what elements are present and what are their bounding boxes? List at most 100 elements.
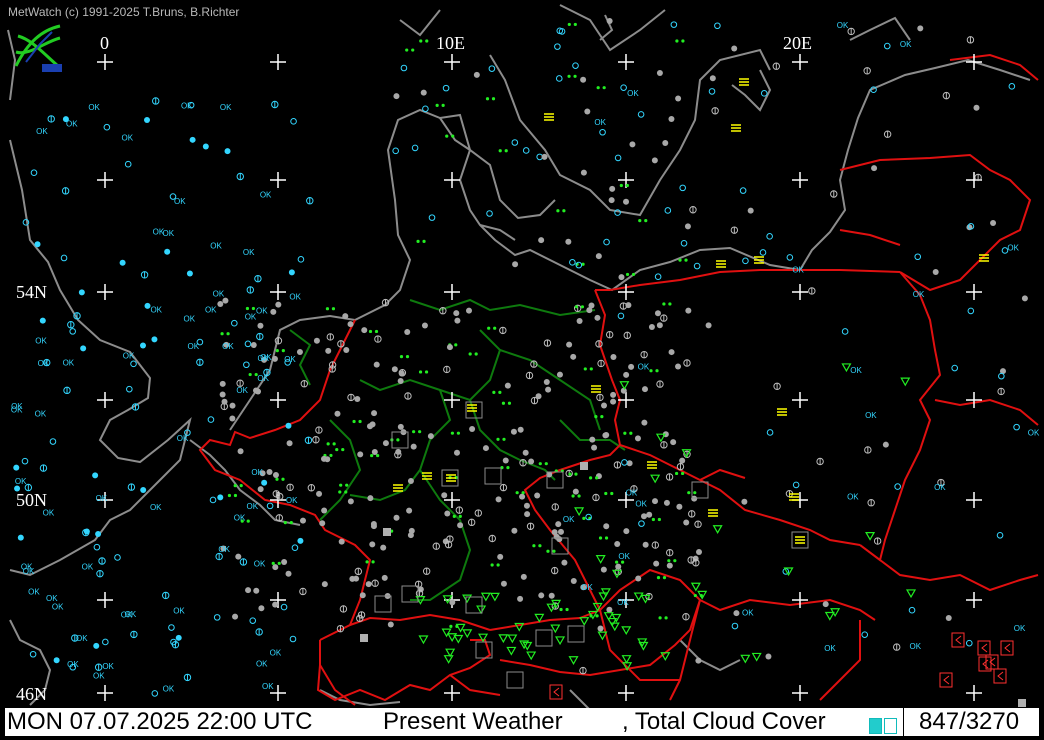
rain-symbol[interactable] — [493, 326, 497, 330]
partly-cloudy-symbol[interactable] — [34, 241, 41, 248]
clear-sky-symbol[interactable] — [841, 328, 849, 335]
rain-symbol[interactable] — [458, 514, 462, 518]
overcast-symbol[interactable] — [272, 601, 279, 608]
rain-symbol[interactable] — [567, 74, 571, 78]
ok-symbol[interactable]: OK — [82, 563, 94, 572]
clear-sky-symbol[interactable] — [965, 639, 973, 647]
overcast-symbol[interactable] — [623, 371, 630, 378]
partly-cloudy-symbol[interactable] — [217, 494, 224, 501]
rain-symbol[interactable] — [289, 521, 293, 525]
rain-symbol[interactable] — [568, 472, 572, 476]
overcast-symbol[interactable] — [370, 521, 377, 528]
ok-symbol[interactable]: OK — [67, 660, 79, 669]
rain-symbol[interactable] — [565, 607, 569, 612]
rain-symbol[interactable] — [625, 183, 629, 188]
overcast-symbol[interactable] — [747, 207, 754, 214]
fog-symbol[interactable] — [777, 408, 787, 416]
clear-sky-symbol[interactable] — [739, 187, 747, 194]
shower-symbol[interactable] — [751, 652, 762, 662]
clear-sky-symbol[interactable] — [670, 21, 678, 28]
ok-symbol[interactable]: OK — [88, 103, 100, 112]
overcast-symbol[interactable] — [565, 238, 572, 245]
overcast-symbol[interactable] — [517, 426, 524, 433]
rain-symbol[interactable] — [595, 614, 599, 618]
overcast-symbol[interactable] — [695, 548, 702, 555]
rain-symbol[interactable] — [451, 134, 455, 138]
overcast-symbol[interactable] — [325, 347, 332, 354]
clear-sky-symbol[interactable] — [554, 43, 561, 50]
rain-symbol[interactable] — [416, 239, 420, 243]
overcast-symbol[interactable] — [917, 25, 924, 32]
thunderstorm-symbol[interactable] — [1000, 640, 1014, 656]
rain-symbol[interactable] — [619, 183, 623, 188]
partly-cloudy-symbol[interactable] — [140, 486, 147, 493]
ok-symbol[interactable]: OK — [850, 366, 862, 375]
overcast-symbol[interactable] — [765, 653, 772, 660]
overcast-symbol[interactable] — [420, 89, 427, 96]
shower-symbol[interactable] — [598, 592, 609, 602]
partly-cloudy-symbol[interactable] — [53, 657, 60, 664]
ok-symbol[interactable]: OK — [260, 190, 272, 199]
overcast-symbol[interactable] — [365, 581, 372, 588]
ok-symbol[interactable]: OK — [618, 552, 630, 561]
shower-symbol[interactable] — [498, 634, 509, 644]
rain-symbol[interactable] — [474, 352, 478, 356]
station-box-symbol[interactable] — [567, 625, 585, 643]
overcast-symbol[interactable] — [601, 402, 608, 409]
overcast-symbol[interactable] — [594, 314, 601, 321]
ok-symbol[interactable]: OK — [213, 289, 225, 298]
shower-symbol[interactable] — [507, 634, 518, 644]
ok-symbol[interactable]: OK — [35, 337, 47, 346]
overcast-symbol[interactable] — [502, 457, 509, 464]
clear-sky-symbol[interactable] — [908, 606, 916, 614]
overcast-symbol[interactable] — [250, 341, 257, 348]
clear-sky-symbol[interactable] — [392, 147, 399, 155]
weather-map[interactable]: OKOKOKOKOKOKOKOKOKOKOKOKOKOKOKOKOKOKOKOK… — [0, 0, 1044, 740]
thunderstorm-symbol[interactable] — [549, 684, 563, 700]
overcast-symbol[interactable] — [705, 322, 712, 329]
ok-symbol[interactable]: OK — [824, 644, 836, 653]
rain-symbol[interactable] — [598, 536, 603, 540]
overcast-symbol[interactable] — [285, 570, 292, 577]
overcast-symbol[interactable] — [591, 444, 598, 451]
rain-symbol[interactable] — [594, 415, 598, 419]
partly-cloudy-symbol[interactable] — [78, 289, 85, 296]
clear-sky-symbol[interactable] — [731, 622, 739, 630]
shower-symbol[interactable] — [611, 569, 623, 579]
partly-cloudy-symbol[interactable] — [139, 342, 146, 349]
rain-symbol[interactable] — [538, 544, 542, 548]
rain-symbol[interactable] — [664, 616, 668, 620]
ok-symbol[interactable]: OK — [46, 594, 58, 603]
overcast-symbol[interactable] — [417, 586, 424, 593]
ok-symbol[interactable]: OK — [181, 102, 193, 111]
overcast-symbol[interactable] — [548, 592, 555, 599]
rain-symbol[interactable] — [678, 258, 682, 262]
overcast-symbol[interactable] — [595, 253, 602, 260]
ok-symbol[interactable]: OK — [218, 545, 230, 554]
ok-symbol[interactable]: OK — [23, 567, 35, 576]
overcast-symbol[interactable] — [354, 396, 361, 403]
clear-sky-symbol[interactable] — [620, 84, 627, 91]
overcast-symbol[interactable] — [741, 498, 748, 505]
ok-symbol[interactable]: OK — [865, 411, 877, 420]
overcast-symbol[interactable] — [610, 391, 617, 398]
overcast-symbol[interactable] — [281, 559, 288, 566]
overcast-symbol[interactable] — [449, 599, 456, 606]
ok-symbol[interactable]: OK — [563, 515, 575, 524]
rain-symbol[interactable] — [538, 462, 542, 466]
shower-symbol[interactable] — [443, 655, 454, 664]
overcast-symbol[interactable] — [316, 490, 323, 497]
overcast-symbol[interactable] — [495, 496, 502, 503]
overcast-symbol[interactable] — [602, 432, 609, 439]
overcast-symbol[interactable] — [662, 140, 669, 147]
overcast-symbol[interactable] — [380, 544, 387, 551]
rain-symbol[interactable] — [371, 560, 375, 564]
overcast-symbol[interactable] — [338, 538, 345, 545]
overcast-symbol[interactable] — [427, 433, 434, 440]
rain-symbol[interactable] — [604, 491, 608, 496]
clear-sky-symbol[interactable] — [638, 520, 645, 527]
overcast-symbol[interactable] — [342, 313, 349, 320]
station-box-symbol[interactable] — [484, 467, 502, 485]
overcast-symbol[interactable] — [369, 541, 376, 548]
overcast-symbol[interactable] — [343, 347, 350, 354]
